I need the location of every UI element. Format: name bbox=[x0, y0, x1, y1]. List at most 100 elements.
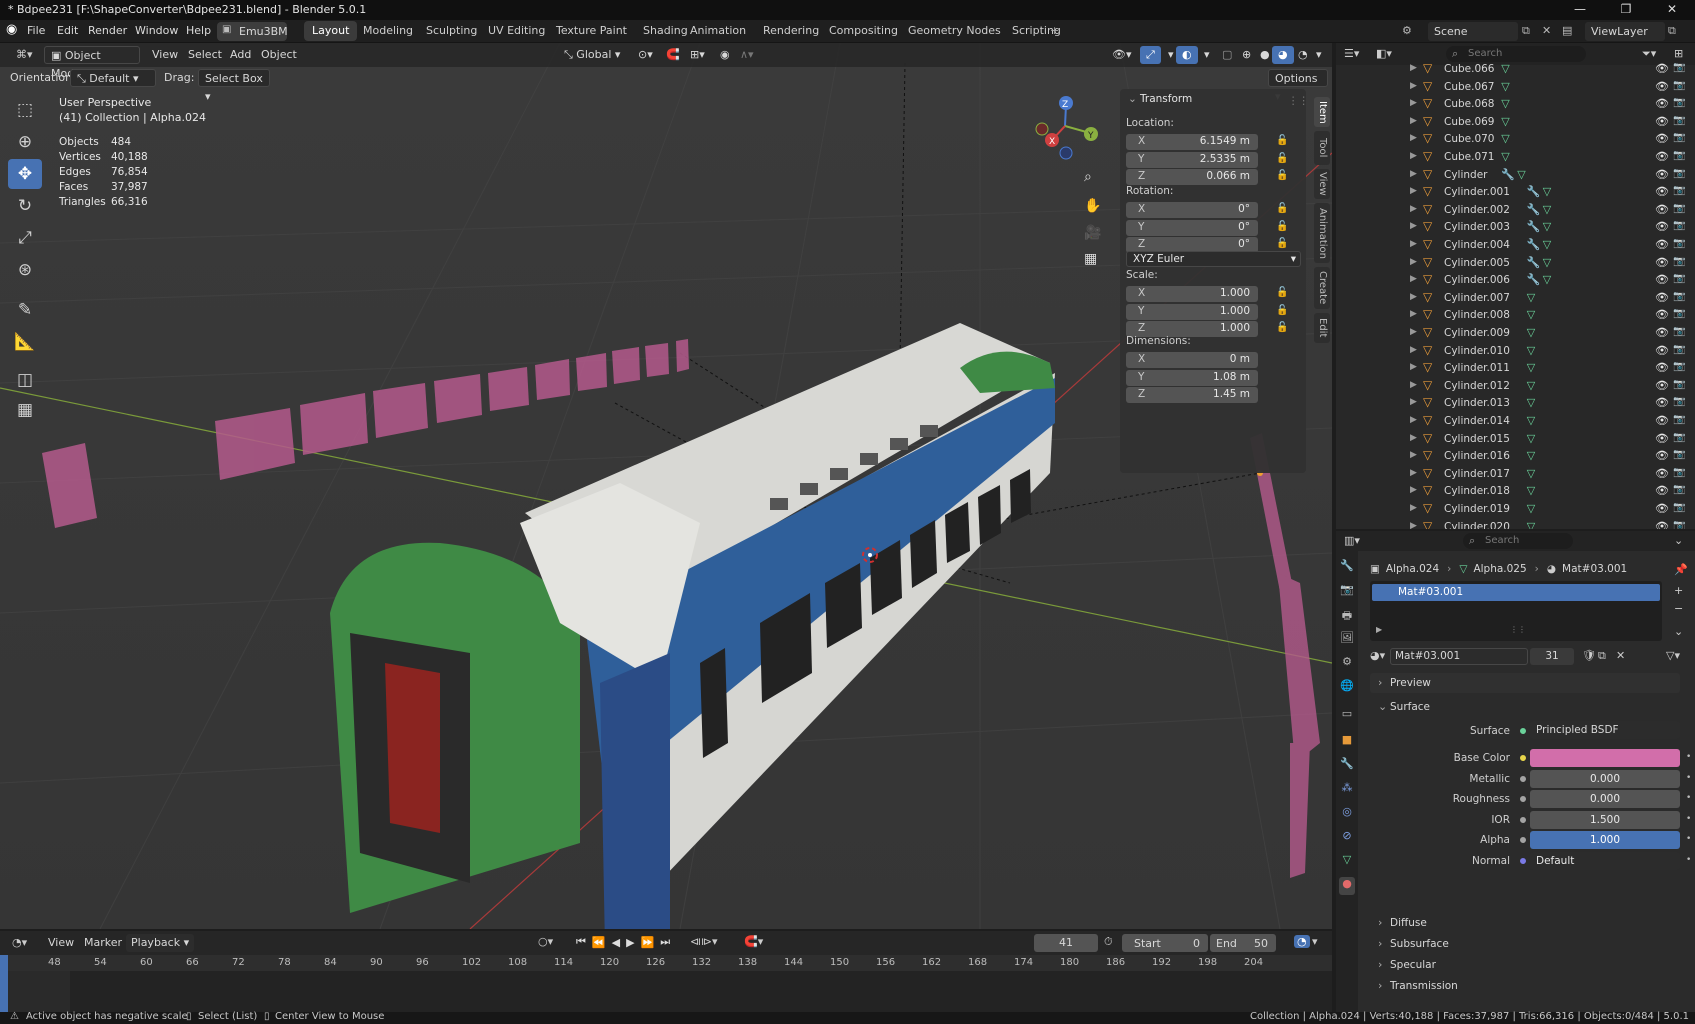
add-workspace-icon[interactable]: + bbox=[1050, 24, 1059, 37]
expand-arrow-icon[interactable]: ▶ bbox=[1410, 98, 1417, 108]
mesh-data-icon[interactable]: ▽ bbox=[1527, 467, 1535, 480]
falloff-icon[interactable]: ∧▾ bbox=[734, 46, 760, 64]
editor-type-icon[interactable]: ◔▾ bbox=[12, 936, 27, 949]
editor-type-icon[interactable]: ☰▾ bbox=[1344, 47, 1359, 60]
tab-texture-paint[interactable]: Texture Paint bbox=[548, 21, 635, 41]
mesh-data-icon[interactable]: ▽ bbox=[1527, 520, 1535, 529]
expand-arrow-icon[interactable]: ▶ bbox=[1410, 503, 1417, 513]
keyframe-dot-icon[interactable]: • bbox=[1686, 773, 1691, 783]
transform-orientation-dropdown[interactable]: ⤡ Global ▾ bbox=[558, 46, 626, 64]
display-mode-icon[interactable]: ◧▾ bbox=[1376, 47, 1392, 60]
modifier-icon[interactable]: 🔧 bbox=[1527, 220, 1541, 233]
visibility-eye-icon[interactable]: 👁 bbox=[1655, 256, 1669, 269]
menu-file[interactable]: File bbox=[27, 24, 45, 37]
render-camera-icon[interactable]: 📷 bbox=[1673, 308, 1685, 319]
new-scene-icon[interactable]: ⧉ bbox=[1522, 24, 1530, 38]
value-field[interactable]: 0.000 bbox=[1530, 790, 1680, 808]
material-slot-item[interactable]: Mat#03.001 bbox=[1372, 584, 1660, 601]
render-camera-icon[interactable]: 📷 bbox=[1673, 414, 1685, 425]
zoom-icon[interactable]: ⌕ bbox=[1084, 169, 1092, 185]
keyframe-dot-icon[interactable]: • bbox=[1686, 855, 1691, 865]
sidebar-tab-view[interactable]: View bbox=[1314, 169, 1330, 199]
expand-arrow-icon[interactable]: ▶ bbox=[1410, 345, 1417, 355]
playback-menu[interactable]: Playback ▾ bbox=[126, 934, 195, 952]
expand-arrow-icon[interactable]: ▶ bbox=[1410, 415, 1417, 425]
tab-layout[interactable]: Layout bbox=[304, 21, 358, 41]
expand-arrow-icon[interactable]: ▶ bbox=[1410, 362, 1417, 372]
modifier-icon[interactable]: 🔧 bbox=[1527, 256, 1541, 269]
mesh-data-icon[interactable]: ▽ bbox=[1501, 132, 1509, 145]
visibility-eye-icon[interactable]: 👁 bbox=[1655, 326, 1669, 339]
render-camera-icon[interactable]: 📷 bbox=[1673, 132, 1685, 143]
material-shading-icon[interactable]: ◕ bbox=[1272, 46, 1294, 64]
transform-icon[interactable]: ⊛ bbox=[8, 255, 42, 285]
lock-icon[interactable]: 🔓 bbox=[1276, 322, 1288, 333]
timeline-options-icon[interactable]: ▾ bbox=[1312, 935, 1318, 948]
material-type-icon[interactable]: ▽▾ bbox=[1666, 649, 1680, 662]
visibility-eye-icon[interactable]: 👁 bbox=[1655, 132, 1669, 145]
keyframe-dot-icon[interactable]: • bbox=[1686, 814, 1691, 824]
preview-section[interactable]: › Preview bbox=[1370, 673, 1680, 693]
blender-logo-icon[interactable]: ◉ bbox=[6, 22, 17, 37]
visibility-eye-icon[interactable]: 👁 bbox=[1655, 484, 1669, 497]
editor-type-icon[interactable]: ▥▾ bbox=[1344, 534, 1360, 547]
next-keyframe-icon[interactable]: ⏩ bbox=[641, 936, 655, 949]
expand-arrow-icon[interactable]: ▶ bbox=[1410, 380, 1417, 390]
slot-menu-icon[interactable]: ⌄ bbox=[1674, 625, 1683, 638]
lock-icon[interactable]: 🔓 bbox=[1276, 221, 1288, 232]
expand-arrow-icon[interactable]: ▶ bbox=[1410, 450, 1417, 460]
tab-modeling[interactable]: Modeling bbox=[355, 21, 421, 41]
new-view-layer-icon[interactable]: ⧉ bbox=[1668, 24, 1676, 38]
value-field[interactable] bbox=[1530, 749, 1680, 767]
object-tab-icon[interactable]: ■ bbox=[1339, 733, 1355, 751]
move-icon[interactable]: ✥ bbox=[8, 159, 42, 189]
ortho-toggle-icon[interactable]: ▦ bbox=[1084, 251, 1097, 267]
chevron-down-icon[interactable]: ⌄ bbox=[1128, 93, 1137, 105]
pin-icon[interactable]: 📌 bbox=[1674, 563, 1688, 576]
visibility-eye-icon[interactable]: 👁 bbox=[1655, 150, 1669, 163]
outliner-item[interactable]: ▶ ▽ Cube.066 ▽ 👁 📷 bbox=[1336, 61, 1695, 79]
render-camera-icon[interactable]: 📷 bbox=[1673, 344, 1685, 355]
mesh-data-icon[interactable]: ▽ bbox=[1517, 168, 1525, 181]
outliner-item[interactable]: ▶ ▽ Cylinder.013 ▽ 👁 📷 bbox=[1336, 395, 1695, 413]
mesh-data-icon[interactable]: ▽ bbox=[1543, 220, 1551, 233]
expand-arrow-icon[interactable]: ▶ bbox=[1410, 116, 1417, 126]
visibility-eye-icon[interactable]: 👁 bbox=[1655, 238, 1669, 251]
tab-compositing[interactable]: Compositing bbox=[821, 21, 906, 41]
collection-tab-icon[interactable]: ▭ bbox=[1339, 707, 1355, 725]
view-layer-selector[interactable]: ViewLayer bbox=[1585, 22, 1665, 41]
object-mode-dropdown[interactable]: ▣ Object Mode ▾ bbox=[44, 46, 140, 80]
material-tab-icon[interactable]: ● bbox=[1339, 877, 1355, 895]
visibility-eye-icon[interactable]: 👁 bbox=[1655, 291, 1669, 304]
overlay-dropdown-icon[interactable]: ▾ bbox=[1198, 46, 1216, 64]
frame-ruler[interactable]: 48 54 60 66 72 78 84 90 96 102 108 114 120 126 132 138 1… bbox=[0, 955, 1332, 971]
mesh-data-icon[interactable]: ▽ bbox=[1527, 379, 1535, 392]
preview-range-icon[interactable]: ⏱ bbox=[1104, 935, 1113, 949]
visibility-eye-icon[interactable]: 👁 bbox=[1655, 97, 1669, 110]
mesh-data-icon[interactable]: ▽ bbox=[1501, 97, 1509, 110]
sidebar-tab-tool[interactable]: Tool bbox=[1314, 131, 1330, 165]
render-camera-icon[interactable]: 📷 bbox=[1673, 449, 1685, 460]
render-camera-icon[interactable]: 📷 bbox=[1673, 62, 1685, 73]
add-menu[interactable]: Add bbox=[224, 46, 257, 64]
outliner-item[interactable]: ▶ ▽ Cylinder.008 ▽ 👁 📷 bbox=[1336, 307, 1695, 325]
scale-y-field[interactable]: Y 1.000 bbox=[1126, 303, 1258, 320]
lock-icon[interactable]: 🔓 bbox=[1276, 203, 1288, 214]
lock-icon[interactable]: 🔓 bbox=[1276, 238, 1288, 249]
orientation-dropdown[interactable]: ⤡ Default ▾ bbox=[70, 69, 156, 87]
expand-arrow-icon[interactable]: ▶ bbox=[1410, 257, 1417, 267]
pivot-point-icon[interactable]: ⊙▾ bbox=[632, 46, 659, 64]
visibility-eye-icon[interactable]: 👁 bbox=[1655, 379, 1669, 392]
play-icon[interactable]: ▶ bbox=[626, 936, 634, 949]
visibility-eye-icon[interactable]: 👁 bbox=[1655, 396, 1669, 409]
prev-keyframe-icon[interactable]: ⏪ bbox=[592, 936, 606, 949]
visibility-eye-icon[interactable]: 👁 bbox=[1655, 414, 1669, 427]
menu-help[interactable]: Help bbox=[186, 24, 211, 37]
snap-icon[interactable]: 🧲 bbox=[660, 46, 686, 64]
outliner-item[interactable]: ▶ ▽ Cylinder.005 🔧 ▽ 👁 📷 bbox=[1336, 255, 1695, 273]
outliner-item[interactable]: ▶ ▽ Cylinder.007 ▽ 👁 📷 bbox=[1336, 290, 1695, 308]
extra-tool-icon[interactable]: ▦ bbox=[8, 395, 42, 425]
outliner-item[interactable]: ▶ ▽ Cylinder.009 ▽ 👁 📷 bbox=[1336, 325, 1695, 343]
cursor-icon[interactable]: ⊕ bbox=[8, 127, 42, 157]
current-frame-field[interactable]: 41 bbox=[1034, 934, 1098, 952]
